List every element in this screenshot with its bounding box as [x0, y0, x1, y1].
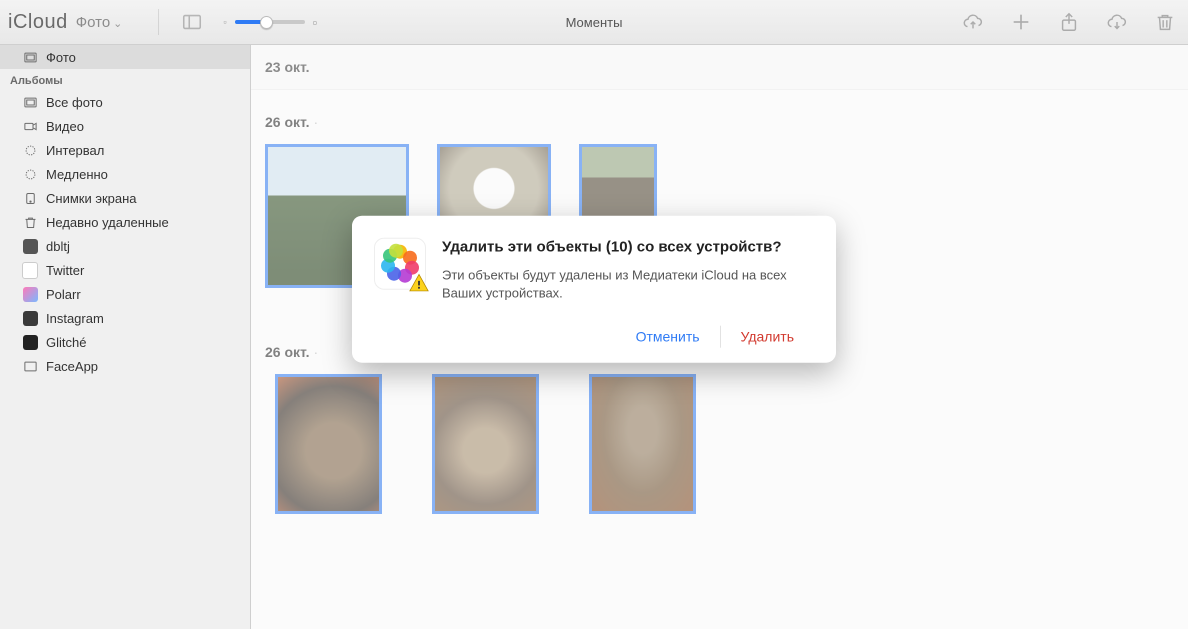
trash-icon[interactable] — [1154, 11, 1176, 33]
sidebar-item-faceapp[interactable]: FaceApp — [0, 354, 250, 378]
photo-image — [435, 377, 536, 511]
window-title: Моменты — [566, 15, 623, 30]
sidebar-item-photos[interactable]: Фото — [0, 45, 250, 69]
dialog-text: Удалить эти объекты (10) со всех устройс… — [442, 238, 814, 303]
sidebar-item-polarr[interactable]: Polarr — [0, 282, 250, 306]
sidebar-item-label: Instagram — [46, 311, 104, 326]
sidebar-item-label: Glitché — [46, 335, 86, 350]
sidebar-item-label: FaceApp — [46, 359, 98, 374]
screenshot-icon — [22, 190, 38, 206]
add-icon[interactable] — [1010, 11, 1032, 33]
video-icon — [22, 118, 38, 134]
sidebar-item-label: dbltj — [46, 239, 70, 254]
photo-image — [582, 147, 654, 223]
photo-thumbnail[interactable] — [589, 374, 696, 514]
sidebar-item-glitché[interactable]: Glitché — [0, 330, 250, 354]
chevron-down-icon: ⌄ — [113, 17, 122, 30]
twitter-icon — [22, 262, 38, 278]
toolbar-left: iCloud Фото ⌄ ▫ ▫ — [0, 9, 317, 35]
thumb-row-2 — [251, 360, 1188, 520]
sidebar-item-label: Снимки экрана — [46, 191, 137, 206]
slow-icon — [22, 166, 38, 182]
sidebar: Фото Альбомы Все фото Видео Интервал Медлен… — [0, 45, 251, 629]
trash-icon — [22, 214, 38, 230]
sidebar-item-twitter[interactable]: Twitter — [0, 258, 250, 282]
sidebar-item-label: Недавно удаленные — [46, 215, 169, 230]
sidebar-header-albums: Альбомы — [0, 69, 250, 90]
sidebar-item-label: Интервал — [46, 143, 104, 158]
photo-thumbnail[interactable] — [432, 374, 539, 514]
delete-button[interactable]: Удалить — [721, 325, 814, 349]
large-thumb-icon: ▫ — [313, 15, 318, 30]
allphotos-icon — [22, 49, 38, 65]
sidebar-item-недавно-удаленные[interactable]: Недавно удаленные — [0, 210, 250, 234]
sidebar-item-label: Все фото — [46, 95, 103, 110]
photo-image — [278, 377, 379, 511]
small-thumb-icon: ▫ — [223, 17, 226, 27]
sidebar-item-интервал[interactable]: Интервал — [0, 138, 250, 162]
warning-icon — [408, 272, 430, 294]
sidebar-item-label: Фото — [46, 50, 76, 65]
burst-icon — [22, 142, 38, 158]
delete-confirmation-dialog: Удалить эти объекты (10) со всех устройс… — [352, 216, 836, 363]
sidebar-item-dbltj[interactable]: dbltj — [0, 234, 250, 258]
sidebar-item-label: Медленно — [46, 167, 108, 182]
allphotos-icon — [22, 94, 38, 110]
slider-track[interactable] — [235, 20, 305, 24]
toolbar-right — [962, 11, 1176, 33]
brand-title: iCloud — [8, 11, 68, 34]
cancel-button[interactable]: Отменить — [616, 325, 720, 349]
sidebar-item-label: Видео — [46, 119, 84, 134]
sidebar-item-все-фото[interactable]: Все фото — [0, 90, 250, 114]
photo-thumbnail[interactable] — [275, 374, 382, 514]
share-icon[interactable] — [1058, 11, 1080, 33]
download-cloud-icon[interactable] — [1106, 11, 1128, 33]
sidebar-item-label: Polarr — [46, 287, 81, 302]
sidebar-toggle-icon[interactable] — [181, 11, 203, 33]
divider — [158, 9, 159, 35]
tileA-icon — [22, 238, 38, 254]
toolbar: iCloud Фото ⌄ ▫ ▫ Моменты — [0, 0, 1188, 45]
dialog-app-icon — [374, 238, 426, 290]
photo-image — [592, 377, 693, 511]
photo-thumbnail[interactable] — [579, 144, 657, 226]
dialog-body: Эти объекты будут удалены из Медиатеки i… — [442, 266, 814, 302]
instagram-icon — [22, 310, 38, 326]
sidebar-item-медленно[interactable]: Медленно — [0, 162, 250, 186]
sidebar-item-видео[interactable]: Видео — [0, 114, 250, 138]
section-dropdown[interactable]: Фото ⌄ — [76, 14, 123, 31]
faceapp-icon — [22, 358, 38, 374]
glitche-icon — [22, 334, 38, 350]
section-date-1: 23 окт. — [251, 45, 1188, 90]
sidebar-item-снимки-экрана[interactable]: Снимки экрана — [0, 186, 250, 210]
sidebar-item-label: Twitter — [46, 263, 84, 278]
upload-cloud-icon[interactable] — [962, 11, 984, 33]
section-dropdown-label: Фото — [76, 14, 110, 31]
polarr-icon — [22, 286, 38, 302]
sidebar-item-instagram[interactable]: Instagram — [0, 306, 250, 330]
slider-knob[interactable] — [260, 16, 273, 29]
dialog-title: Удалить эти объекты (10) со всех устройс… — [442, 238, 814, 258]
section-date-2: 26 окт. · — [251, 90, 1188, 130]
thumbnail-size-slider[interactable]: ▫ ▫ — [223, 15, 317, 30]
